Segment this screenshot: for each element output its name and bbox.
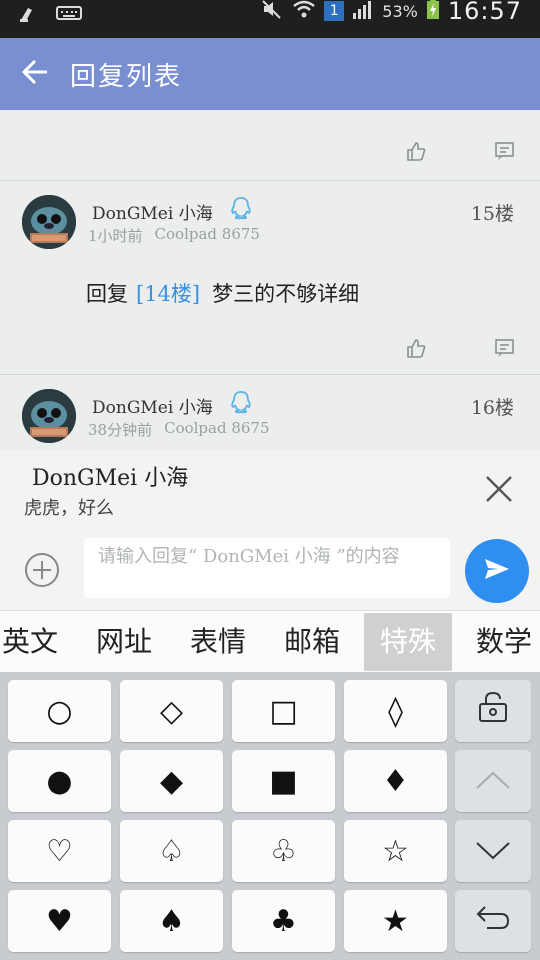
add-attachment-button[interactable] [24, 552, 60, 588]
mute-icon [260, 0, 284, 23]
symbol-key[interactable]: ◇ [120, 680, 223, 742]
symbol-key[interactable]: ■ [232, 750, 335, 812]
post-item[interactable]: DonGMei 小海 1小时前 Coolpad 8675 15楼 回复 [14楼]… [0, 181, 540, 374]
keyboard-tab-email[interactable]: 邮箱 [274, 611, 350, 673]
keyboard-tab-math[interactable]: 数学 [468, 611, 540, 673]
reply-quote: 虎虎，好么 [24, 498, 114, 519]
signal-icon [352, 0, 374, 23]
app-bar: 回复列表 [0, 38, 540, 110]
plus-circle-icon [24, 553, 60, 592]
symbol-key[interactable]: ◊ [344, 680, 447, 742]
page-title: 回复列表 [70, 61, 183, 92]
post-actions [0, 126, 540, 176]
symbol-key[interactable]: ☆ [344, 820, 447, 882]
reply-target-name: DonGMei 小海 [32, 466, 189, 491]
symbol-key[interactable]: ♥ [8, 890, 111, 952]
keyboard-tab-url[interactable]: 网址 [86, 611, 162, 673]
avatar[interactable] [22, 195, 76, 249]
avatar[interactable] [22, 389, 76, 443]
send-icon [483, 557, 511, 585]
post-meta: 38分钟前 Coolpad 8675 [88, 419, 270, 440]
floor-number: 16楼 [470, 397, 514, 419]
symbol-key[interactable]: ★ [344, 890, 447, 952]
return-key[interactable] [455, 890, 531, 952]
battery-percent: 53% [382, 1, 418, 21]
wifi-icon [292, 0, 316, 23]
comment-icon[interactable] [494, 140, 518, 164]
post-item[interactable]: DonGMei 小海 38分钟前 Coolpad 8675 16楼 [0, 375, 540, 450]
reply-input[interactable]: 请输入回复“ DonGMei 小海 ”的内容 [84, 538, 450, 598]
close-button[interactable] [482, 472, 516, 506]
symbol-key[interactable]: ● [8, 750, 111, 812]
lock-key[interactable] [455, 680, 531, 742]
unlock-icon [477, 690, 509, 732]
reply-list[interactable]: DonGMei 小海 1小时前 Coolpad 8675 15楼 回复 [14楼]… [0, 110, 540, 450]
symbol-key[interactable]: ○ [8, 680, 111, 742]
reply-panel: DonGMei 小海 虎虎，好么 请输入回复“ DonGMei 小海 ”的内容 [0, 450, 540, 610]
back-button[interactable] [0, 38, 70, 110]
symbol-key[interactable]: ♣ [232, 890, 335, 952]
keyboard-tab-emoji[interactable]: 表情 [180, 611, 256, 673]
like-icon[interactable] [405, 140, 429, 164]
battery-charging-icon [426, 0, 440, 24]
floor-number: 15楼 [470, 203, 514, 225]
floor-link[interactable]: [14楼] [136, 282, 200, 306]
symbol-key[interactable]: ♦ [344, 750, 447, 812]
keyboard-category-bar: 英文 网址 表情 邮箱 特殊 数学 [0, 610, 540, 672]
close-icon [482, 476, 516, 510]
post-device: Coolpad 8675 [154, 225, 260, 243]
symbol-key[interactable]: ◆ [120, 750, 223, 812]
like-icon[interactable] [405, 337, 429, 361]
symbol-key[interactable]: □ [232, 680, 335, 742]
comment-icon[interactable] [494, 337, 518, 361]
post-meta: 1小时前 Coolpad 8675 [88, 225, 260, 246]
back-arrow-icon [21, 59, 49, 89]
post-time: 1小时前 [88, 227, 143, 245]
status-bar: 1 53% 16:57 [0, 0, 540, 38]
keyboard-tab-special[interactable]: 特殊 [364, 613, 452, 671]
chevron-down-icon [474, 834, 512, 869]
chevron-up-icon [474, 764, 512, 799]
symbol-key[interactable]: ♤ [120, 820, 223, 882]
keyboard-icon [56, 6, 82, 26]
reply-content[interactable]: 回复 [14楼] 梦三的不够详细 [86, 278, 359, 308]
return-arrow-icon [475, 903, 511, 939]
keyboard-tab-english[interactable]: 英文 [0, 611, 60, 673]
post-actions [0, 323, 540, 373]
qq-icon [230, 196, 252, 220]
page-up-key[interactable] [455, 750, 531, 812]
post-device: Coolpad 8675 [164, 419, 270, 437]
send-button[interactable] [465, 539, 529, 603]
symbol-key[interactable]: ♠ [120, 890, 223, 952]
clock: 16:57 [447, 0, 522, 25]
reply-body: 梦三的不够详细 [212, 282, 360, 306]
page-down-key[interactable] [455, 820, 531, 882]
post-time: 38分钟前 [88, 421, 153, 439]
reply-prefix: 回复 [86, 282, 128, 306]
sim-badge: 1 [324, 1, 345, 21]
user-name[interactable]: DonGMei 小海 [92, 199, 213, 224]
qq-icon [230, 390, 252, 414]
cleaner-icon [18, 4, 40, 28]
symbol-keyboard: ○ ◇ □ ◊ ● ◆ ■ ♦ ♡ ♤ ♧ ☆ ♥ ♠ ♣ ★ [0, 672, 540, 960]
symbol-key[interactable]: ♡ [8, 820, 111, 882]
user-name[interactable]: DonGMei 小海 [92, 393, 213, 418]
symbol-key[interactable]: ♧ [232, 820, 335, 882]
